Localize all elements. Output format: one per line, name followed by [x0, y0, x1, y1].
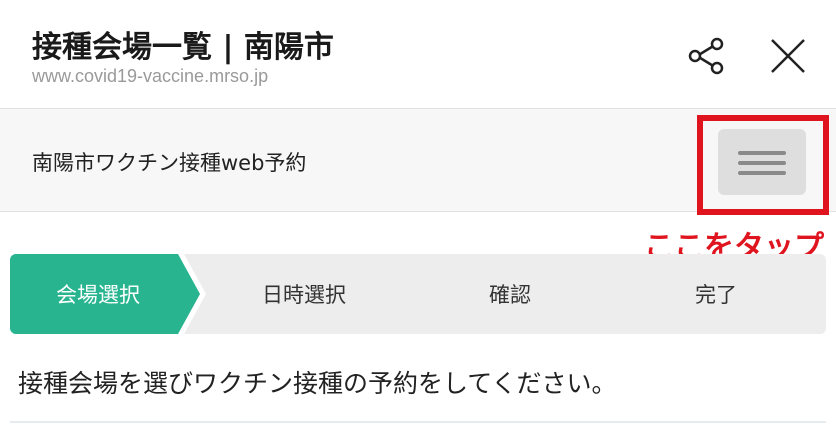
site-header: 南陽市ワクチン接種web予約 — [0, 108, 836, 215]
step-label: 会場選択 — [56, 283, 140, 307]
menu-highlight-box — [697, 115, 829, 215]
browser-top-bar: 接種会場一覧 | 南陽市 www.covid19-vaccine.mrso.jp — [0, 0, 836, 108]
site-title: 南陽市ワクチン接種web予約 — [32, 151, 307, 175]
instructions-text: 接種会場を選びワクチン接種の予約をしてください。 — [18, 369, 617, 398]
close-icon — [771, 39, 805, 73]
page-title: 接種会場一覧 | 南陽市 — [32, 30, 334, 65]
divider — [10, 421, 826, 423]
step-complete: 完了 — [596, 254, 826, 334]
page-url: www.covid19-vaccine.mrso.jp — [32, 66, 269, 86]
step-venue-select: 会場選択 — [10, 254, 200, 334]
step-label: 日時選択 — [262, 283, 346, 307]
step-datetime-select: 日時選択 — [184, 254, 414, 334]
close-button[interactable] — [766, 34, 810, 78]
progress-steps: 会場選択 日時選択 確認 完了 — [10, 254, 826, 334]
share-button[interactable] — [684, 34, 728, 78]
step-label: 確認 — [489, 283, 531, 307]
share-icon — [688, 37, 724, 75]
step-confirm: 確認 — [390, 254, 620, 334]
step-label: 完了 — [695, 283, 737, 307]
